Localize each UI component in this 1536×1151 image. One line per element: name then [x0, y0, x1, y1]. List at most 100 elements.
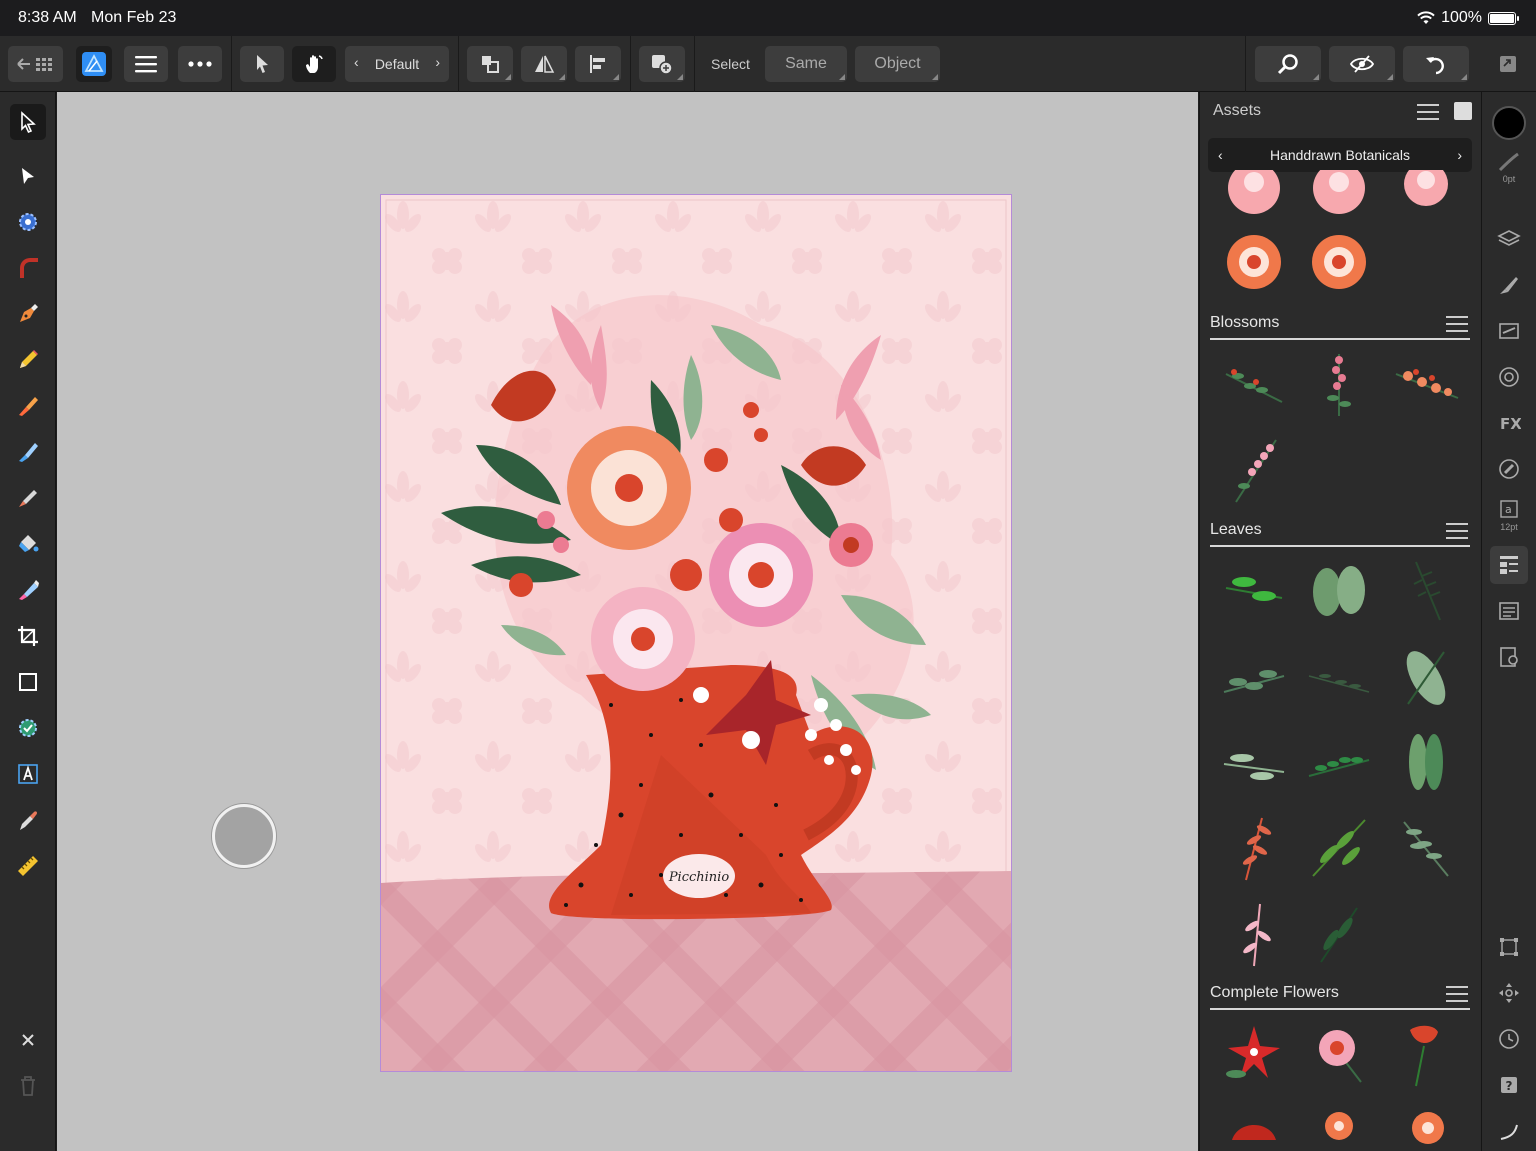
- assets-studio-button[interactable]: [1490, 546, 1528, 584]
- asset-item[interactable]: [1388, 640, 1464, 716]
- symbols-studio-button[interactable]: [1490, 592, 1528, 630]
- hand-tool-toggle[interactable]: [292, 46, 336, 82]
- paint-bucket-icon: [19, 535, 39, 552]
- chevron-right-icon[interactable]: ›: [1457, 147, 1462, 163]
- artboard[interactable]: Picchinio: [380, 194, 1012, 1072]
- align-button[interactable]: [575, 46, 621, 82]
- fill-brush-tool[interactable]: [10, 434, 46, 470]
- paint-brush-tool[interactable]: [10, 480, 46, 516]
- color-swatch[interactable]: [1490, 104, 1528, 142]
- asset-item[interactable]: [1301, 1100, 1377, 1151]
- asset-item[interactable]: [1301, 724, 1377, 800]
- designer-persona-button[interactable]: [76, 46, 112, 82]
- asset-item[interactable]: [1301, 896, 1377, 972]
- view-zoom-button[interactable]: [1255, 46, 1321, 82]
- asset-item[interactable]: [1301, 640, 1377, 716]
- transparency-tool[interactable]: [10, 572, 46, 608]
- chevron-right-icon[interactable]: ›: [435, 54, 440, 70]
- asset-item[interactable]: [1388, 1100, 1464, 1151]
- section-menu-icon[interactable]: [1446, 986, 1468, 1002]
- corner-tool[interactable]: [10, 250, 46, 286]
- section-header-leaves[interactable]: Leaves: [1210, 517, 1470, 547]
- transform-studio-button[interactable]: [1490, 928, 1528, 966]
- assets-menu-icon[interactable]: [1417, 104, 1439, 120]
- layers-studio-button[interactable]: [1490, 220, 1528, 258]
- stroke-studio-button[interactable]: [1490, 312, 1528, 350]
- asset-item[interactable]: [1388, 346, 1464, 422]
- point-transform-tool[interactable]: [10, 204, 46, 240]
- shape-builder-tool[interactable]: [10, 710, 46, 746]
- boolean-add-button[interactable]: [639, 46, 685, 82]
- node-tool[interactable]: [10, 158, 46, 194]
- asset-item[interactable]: [1216, 224, 1292, 300]
- asset-item[interactable]: [1216, 552, 1292, 628]
- pencil-tool[interactable]: [10, 342, 46, 378]
- asset-item[interactable]: [1216, 346, 1292, 422]
- fill-tool[interactable]: [10, 526, 46, 562]
- appearance-studio-button[interactable]: [1490, 358, 1528, 396]
- color-picker-tool[interactable]: [10, 802, 46, 838]
- vector-brush-tool[interactable]: [10, 388, 46, 424]
- section-menu-icon[interactable]: [1446, 316, 1468, 332]
- asset-item[interactable]: [1216, 432, 1292, 508]
- asset-item[interactable]: [1216, 724, 1292, 800]
- asset-item[interactable]: [1388, 552, 1464, 628]
- stroke-width-control[interactable]: 0pt: [1490, 148, 1528, 186]
- select-same-button[interactable]: Same: [765, 46, 847, 82]
- navigator-studio-button[interactable]: [1490, 974, 1528, 1012]
- asset-item[interactable]: [1216, 1100, 1292, 1151]
- select-object-button[interactable]: Object: [855, 46, 940, 82]
- arrange-button[interactable]: [467, 46, 513, 82]
- gallery-back-button[interactable]: [8, 46, 63, 82]
- preset-selector[interactable]: ‹ Default ›: [345, 46, 449, 82]
- document-settings-button[interactable]: [1490, 638, 1528, 676]
- asset-item[interactable]: [1388, 724, 1464, 800]
- view-mode-button[interactable]: [1329, 46, 1395, 82]
- node-cursor-icon: [22, 168, 34, 184]
- asset-item[interactable]: [1388, 162, 1464, 246]
- section-header-blossoms[interactable]: Blossoms: [1210, 310, 1470, 340]
- hide-ui-button[interactable]: [1490, 1112, 1528, 1150]
- target-icon: [19, 213, 37, 231]
- quick-modifier-button[interactable]: [212, 804, 276, 868]
- text-tool[interactable]: [10, 756, 46, 792]
- category-selector[interactable]: ‹ Handdrawn Botanicals ›: [1208, 138, 1472, 172]
- asset-item[interactable]: [1301, 224, 1377, 300]
- undo-button[interactable]: [1403, 46, 1469, 82]
- flip-button[interactable]: [521, 46, 567, 82]
- asset-item[interactable]: [1388, 810, 1464, 886]
- text-styles-studio-button[interactable]: a 12pt: [1490, 496, 1528, 534]
- more-options-button[interactable]: [178, 46, 222, 82]
- move-tool[interactable]: [10, 104, 46, 140]
- delete-button[interactable]: [10, 1068, 46, 1104]
- asset-item[interactable]: [1301, 552, 1377, 628]
- chevron-left-icon[interactable]: ‹: [1218, 147, 1223, 163]
- section-header-complete-flowers[interactable]: Complete Flowers: [1210, 980, 1470, 1010]
- asset-item[interactable]: [1216, 1016, 1292, 1092]
- crop-tool[interactable]: [10, 618, 46, 654]
- pen-tool[interactable]: [10, 296, 46, 332]
- move-tool-toggle[interactable]: [240, 46, 284, 82]
- help-button[interactable]: ?: [1490, 1066, 1528, 1104]
- asset-item[interactable]: [1301, 346, 1377, 422]
- asset-item[interactable]: [1216, 640, 1292, 716]
- export-persona-button[interactable]: [1490, 46, 1526, 82]
- asset-item[interactable]: [1301, 1016, 1377, 1092]
- brushes-studio-button[interactable]: [1490, 266, 1528, 304]
- asset-item[interactable]: [1216, 896, 1292, 972]
- effects-studio-button[interactable]: FX: [1490, 404, 1528, 442]
- styles-studio-button[interactable]: [1490, 450, 1528, 488]
- close-selection-button[interactable]: [10, 1022, 46, 1058]
- pink-flower-small: [591, 587, 695, 691]
- measure-tool[interactable]: [10, 848, 46, 884]
- pin-panel-icon[interactable]: [1454, 102, 1472, 120]
- document-menu-button[interactable]: [124, 46, 168, 82]
- asset-item[interactable]: [1388, 1016, 1464, 1092]
- chevron-left-icon[interactable]: ‹: [354, 54, 359, 70]
- document-canvas[interactable]: Picchinio: [57, 92, 1198, 1151]
- section-menu-icon[interactable]: [1446, 523, 1468, 539]
- rectangle-tool[interactable]: [10, 664, 46, 700]
- asset-item[interactable]: [1216, 810, 1292, 886]
- history-studio-button[interactable]: [1490, 1020, 1528, 1058]
- asset-item[interactable]: [1301, 810, 1377, 886]
